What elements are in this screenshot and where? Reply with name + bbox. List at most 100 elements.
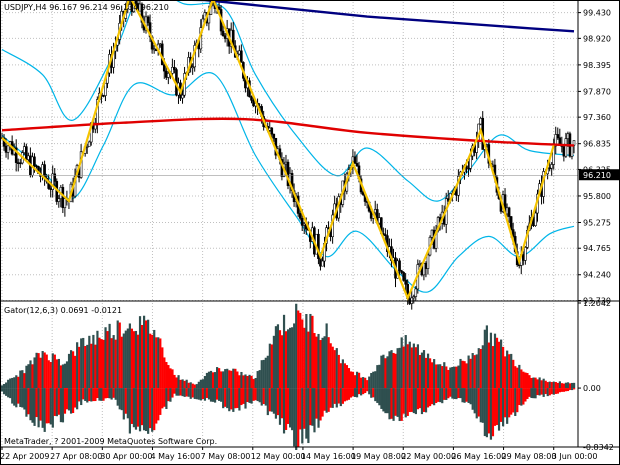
- gator-bar-lower: [98, 388, 101, 401]
- gator-bar-lower: [343, 388, 346, 402]
- gator-bar-upper: [392, 352, 395, 389]
- gator-bar-upper: [475, 354, 478, 389]
- time-tick-label: 27 Apr 08:00: [50, 452, 102, 461]
- gator-bar-lower: [455, 388, 458, 400]
- gator-bar-lower: [499, 388, 503, 422]
- gator-bar-lower: [364, 388, 367, 394]
- gator-bar-upper: [104, 327, 107, 389]
- gator-bar-lower: [13, 388, 16, 406]
- gator-bar-upper: [396, 348, 399, 389]
- candle-body-bear: [300, 218, 304, 226]
- gator-bar-lower: [23, 388, 26, 410]
- price-tick-label: 97.870: [583, 87, 611, 96]
- gator-bar-upper: [364, 377, 367, 389]
- gator-bar-upper: [502, 346, 505, 389]
- gator-bar-lower: [167, 388, 170, 402]
- gator-bar-lower: [573, 388, 576, 390]
- gator-bar-upper: [49, 361, 52, 389]
- gator-bar-upper: [7, 379, 10, 389]
- price-tick-label: 97.360: [583, 113, 611, 122]
- gator-bar-upper: [504, 356, 507, 389]
- gator-bar-lower: [37, 388, 40, 428]
- candle-body-bear: [400, 270, 403, 273]
- gator-bar-upper: [149, 333, 152, 389]
- gator-bar-lower: [250, 388, 253, 404]
- gator-bar-upper: [23, 373, 26, 389]
- price-tick-label: 95.275: [583, 218, 611, 227]
- gator-bar-lower: [378, 388, 381, 406]
- gator-bar-upper: [19, 370, 22, 389]
- gator-bar-upper: [546, 382, 549, 389]
- gator-bar-upper: [307, 331, 310, 389]
- gator-bar-lower: [216, 388, 219, 400]
- gator-tick-label: -0.8342: [583, 443, 614, 452]
- candle-body-bull: [550, 164, 553, 169]
- gator-bar-lower: [518, 388, 521, 406]
- gator-bar-upper: [465, 363, 468, 389]
- gator-bar-lower: [327, 388, 330, 412]
- gator-bar-upper: [433, 359, 436, 389]
- gator-bar-lower: [394, 388, 397, 416]
- gator-bar-lower: [536, 388, 539, 396]
- gator-bar-upper: [554, 382, 557, 389]
- gator-bar-upper: [268, 343, 271, 389]
- candle-body-bear: [272, 133, 276, 139]
- gator-bar-lower: [157, 388, 160, 421]
- gator-bar-upper: [408, 341, 411, 389]
- time-tick-label: 12 May 00:00: [251, 452, 306, 461]
- time-tick-label: 3 Jun 00:00: [552, 452, 598, 461]
- gator-bar-lower: [220, 388, 223, 402]
- time-tick-label: 14 May 16:00: [301, 452, 356, 461]
- gator-bar-lower: [467, 388, 470, 403]
- gator-bar-lower: [431, 388, 434, 405]
- gator-bar-upper: [564, 382, 568, 389]
- gator-bar-upper: [185, 379, 188, 389]
- gator-bar-upper: [112, 335, 115, 389]
- chart-canvas[interactable]: 99.43098.92098.39597.87097.36096.83596.3…: [0, 0, 620, 465]
- candle-body-bear: [4, 145, 8, 153]
- gator-bar-upper: [264, 357, 267, 389]
- gator-bar-upper: [108, 323, 111, 389]
- gator-bar-lower: [213, 388, 217, 403]
- gator-bar-lower: [548, 388, 551, 396]
- gator-bar-lower: [301, 388, 304, 444]
- gator-bar-upper: [530, 377, 533, 389]
- gator-bar-upper: [400, 337, 403, 389]
- gator-bar-upper: [142, 315, 146, 389]
- gator-bar-upper: [11, 377, 14, 389]
- gator-bar-lower: [236, 388, 239, 408]
- gator-bar-upper: [21, 370, 24, 389]
- candle-body-bear: [467, 167, 470, 170]
- gator-bar-upper: [384, 358, 387, 389]
- gator-bar-upper: [406, 344, 409, 389]
- gator-label: Gator(12,6,3) 0.0691 -0.0121: [4, 306, 123, 315]
- gator-bar-lower: [39, 388, 42, 421]
- gator-bar-lower: [65, 388, 69, 410]
- gator-bar-lower: [355, 388, 359, 398]
- gator-bar-upper: [276, 324, 280, 389]
- gator-bar-lower: [469, 388, 472, 405]
- gator-bar-upper: [370, 372, 373, 389]
- gator-bar-upper: [3, 384, 6, 389]
- gator-bar-upper: [230, 370, 233, 389]
- gator-bar-lower: [495, 388, 499, 425]
- gator-bar-lower: [374, 388, 377, 402]
- candle-body-bear: [49, 188, 52, 190]
- candle-body-bear: [509, 216, 513, 230]
- time-tick-label: 26 May 16:00: [451, 452, 506, 461]
- gator-bar-upper: [96, 330, 99, 389]
- gator-bar-upper: [439, 364, 442, 389]
- gator-bar-upper: [418, 354, 422, 389]
- gator-bar-upper: [203, 376, 207, 389]
- gator-bar-upper: [297, 310, 300, 389]
- gator-bar-lower: [345, 388, 349, 401]
- gator-bar-lower: [88, 388, 91, 402]
- gator-bar-lower: [406, 388, 409, 416]
- gator-bar-lower: [94, 388, 97, 402]
- gator-bar-lower: [538, 388, 541, 396]
- candle-body-bear: [25, 146, 28, 160]
- gator-bar-lower: [35, 388, 38, 418]
- gator-bar-lower: [201, 388, 205, 399]
- candle-body-bull: [534, 212, 537, 227]
- gator-bar-lower: [325, 388, 328, 413]
